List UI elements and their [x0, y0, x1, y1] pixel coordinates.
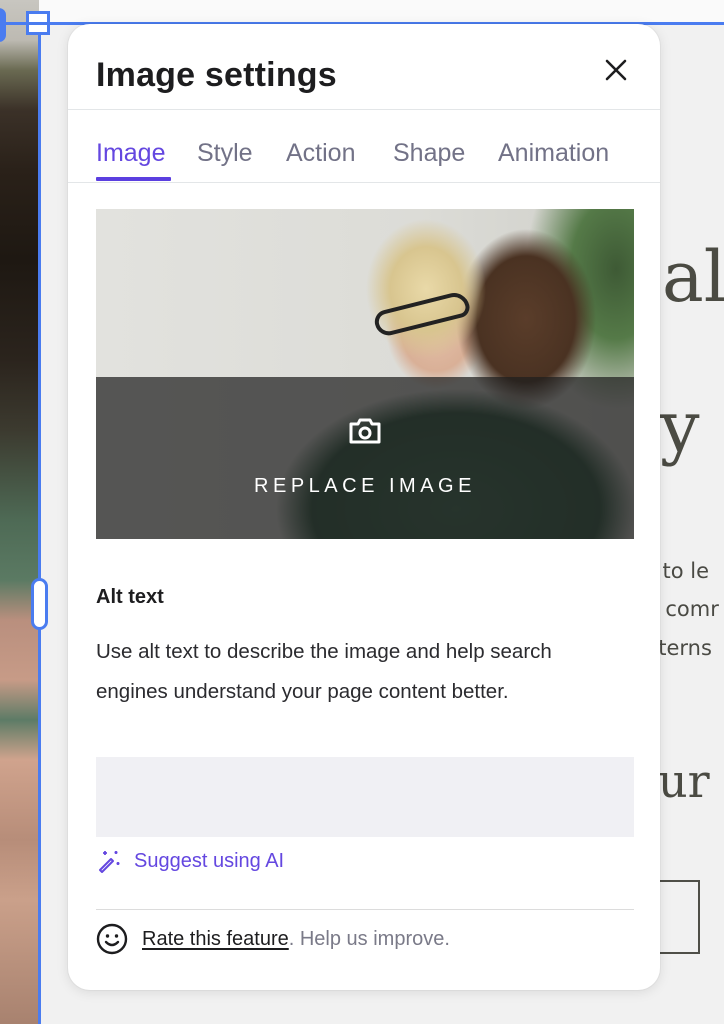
selection-border-left [38, 18, 41, 1024]
rate-feature-link[interactable]: Rate this feature [142, 928, 289, 950]
alt-text-description: Use alt text to describe the image and h… [96, 640, 552, 703]
replace-image-button[interactable]: REPLACE IMAGE [96, 209, 634, 539]
feedback-help-text: . Help us improve. [288, 927, 450, 950]
active-tab-indicator [96, 177, 171, 181]
background-heading-fragment: al [662, 236, 724, 318]
feedback-row: Rate this feature. Help us improve. [96, 922, 450, 956]
suggest-ai-button[interactable]: Suggest using AI [96, 846, 284, 876]
camera-icon [349, 418, 381, 444]
tab-shape[interactable]: Shape [393, 139, 465, 168]
alt-text-title: Alt text [96, 586, 164, 608]
smiley-icon [96, 923, 128, 955]
tab-action[interactable]: Action [286, 139, 355, 168]
image-settings-panel: Image settings Image Style Action Shape … [68, 24, 660, 990]
tab-image[interactable]: Image [96, 139, 165, 168]
replace-image-label: REPLACE IMAGE [254, 475, 476, 497]
image-preview-photo-detail [372, 289, 472, 339]
close-icon [605, 59, 627, 81]
suggest-ai-label: Suggest using AI [134, 849, 285, 872]
tab-animation[interactable]: Animation [498, 139, 609, 168]
background-heading-fragment: ur [658, 754, 710, 808]
canvas-selected-image[interactable] [0, 0, 39, 1024]
background-heading-fragment: y [660, 386, 700, 468]
settings-tabs: Image Style Action Shape Animation [68, 111, 660, 183]
magic-wand-icon [99, 851, 120, 873]
tab-style[interactable]: Style [197, 139, 253, 168]
alt-text-input[interactable] [96, 757, 634, 837]
panel-title: Image settings [96, 56, 337, 94]
selection-resize-handle[interactable] [0, 8, 6, 42]
canvas-top-bar [0, 0, 724, 24]
selection-resize-handle-left[interactable] [31, 578, 48, 630]
background-paragraph-line: , comr [652, 597, 719, 621]
selection-crop-handle[interactable] [26, 11, 50, 35]
replace-image-overlay [96, 377, 634, 539]
close-button[interactable] [598, 52, 634, 88]
panel-header: Image settings [68, 24, 660, 110]
footer-divider [96, 909, 634, 910]
